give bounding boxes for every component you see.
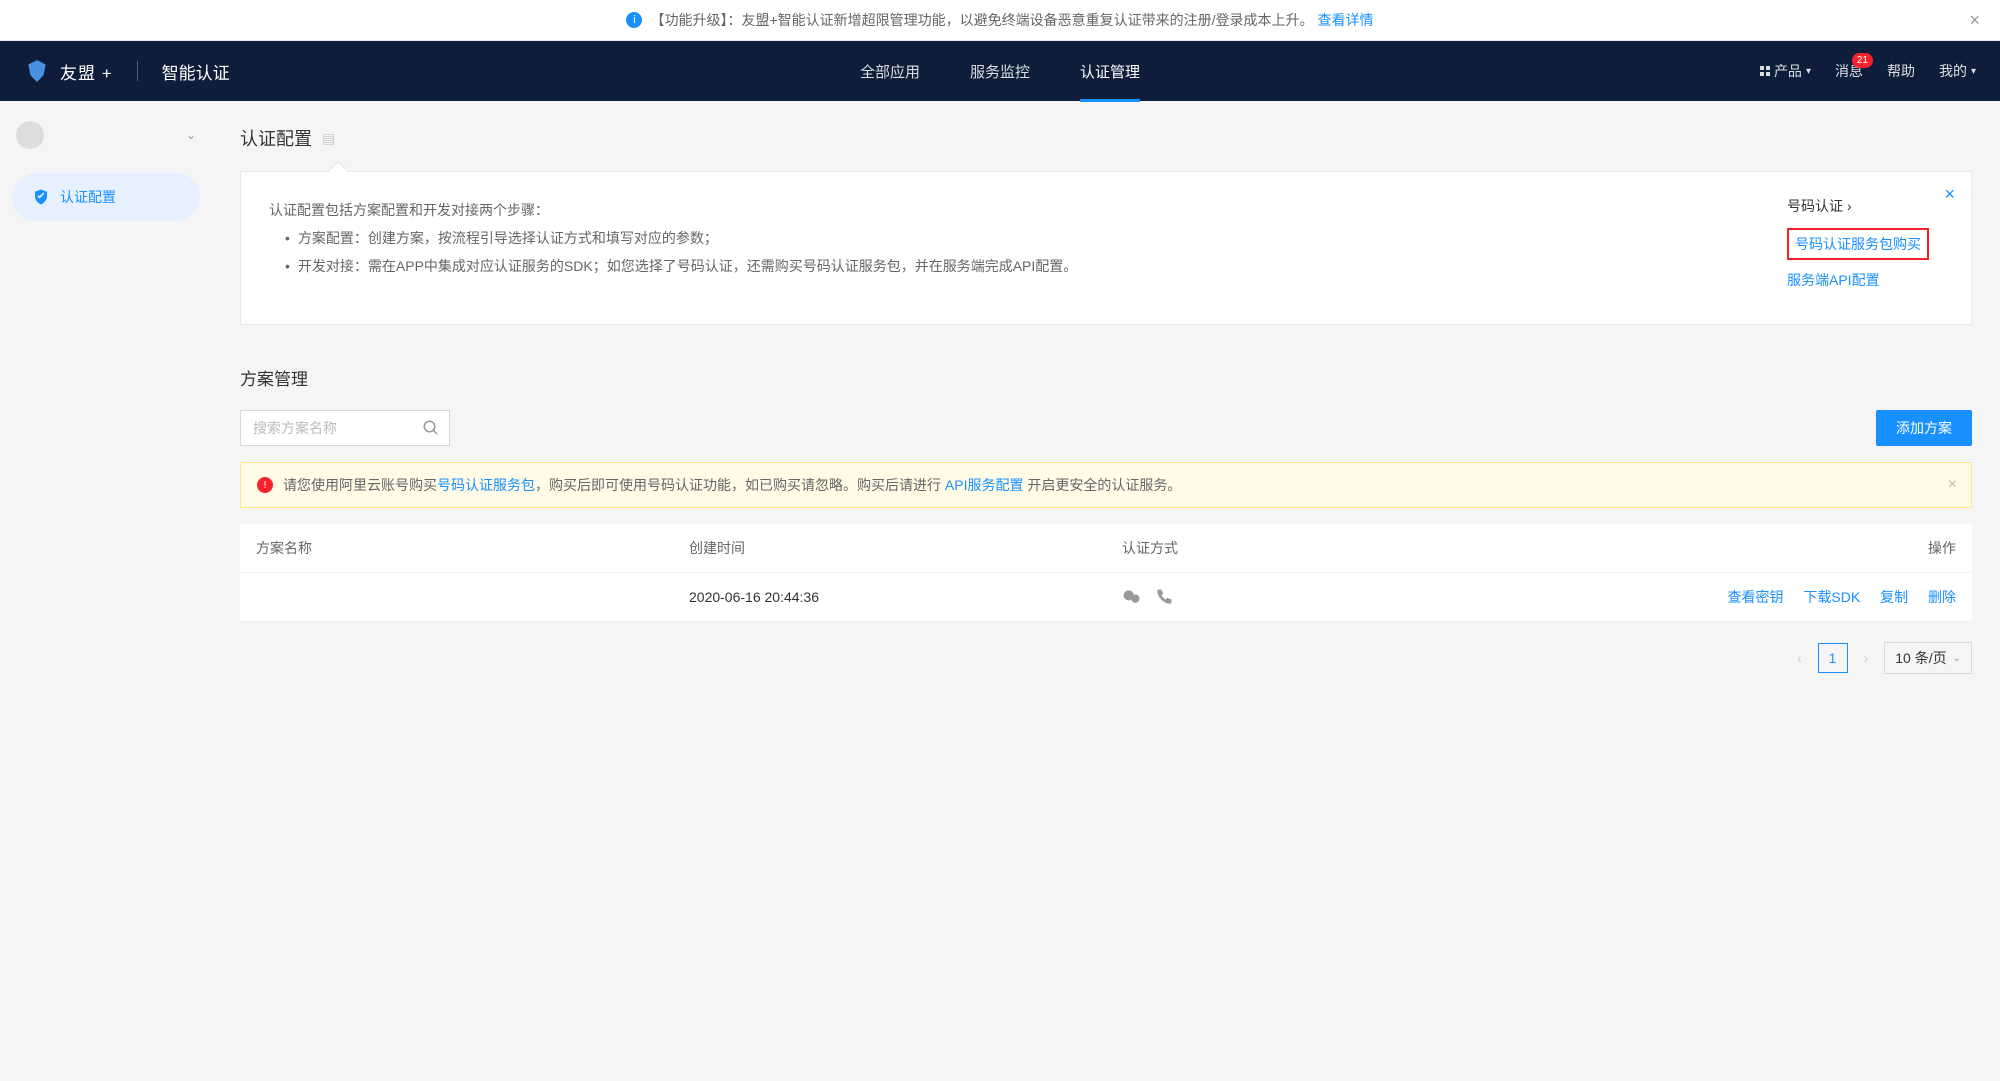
page-title: 认证配置	[240, 125, 312, 151]
info-step-dev: 开发对接：需在APP中集成对应认证服务的SDK；如您选择了号码认证，还需购买号码…	[285, 252, 1763, 280]
info-left: 认证配置包括方案配置和开发对接两个步骤： 方案配置：创建方案，按流程引导选择认证…	[269, 196, 1763, 300]
alert-close-icon[interactable]: ×	[1948, 476, 1957, 494]
search-box	[240, 410, 450, 446]
link-api-config[interactable]: 服务端API配置	[1787, 270, 1943, 290]
chevron-down-icon: ⌄	[186, 128, 196, 142]
chevron-right-icon: ›	[1847, 198, 1852, 214]
cell-auth	[1106, 573, 1539, 622]
page-header: 认证配置 ▤	[240, 125, 1972, 151]
action-copy[interactable]: 复制	[1880, 589, 1908, 605]
info-icon: i	[626, 12, 642, 28]
chevron-down-icon: ▾	[1806, 66, 1811, 77]
guide-icon[interactable]: ▤	[322, 130, 335, 147]
notch-icon	[328, 161, 348, 181]
info-box: 认证配置包括方案配置和开发对接两个步骤： 方案配置：创建方案，按流程引导选择认证…	[240, 171, 1972, 325]
info-step-plan: 方案配置：创建方案，按流程引导选择认证方式和填写对应的参数；	[285, 224, 1763, 252]
action-delete[interactable]: 删除	[1928, 589, 1956, 605]
th-auth: 认证方式	[1106, 524, 1539, 573]
info-right: 号码认证 › 号码认证服务包购买 服务端API配置	[1763, 196, 1943, 300]
link-purchase-package[interactable]: 号码认证服务包购买	[1787, 228, 1929, 260]
th-created: 创建时间	[673, 524, 1106, 573]
announcement-close-icon[interactable]: ×	[1969, 10, 1980, 31]
toolbar: 添加方案	[240, 410, 1972, 446]
sidebar: ⌄ 认证配置	[0, 101, 212, 1081]
phone-icon	[1154, 587, 1174, 607]
top-nav: 友盟 + 智能认证 全部应用 服务监控 认证管理 产品 ▾ 消息 21 帮助 我…	[0, 41, 2000, 101]
wechat-icon	[1122, 587, 1142, 607]
logo-divider	[137, 61, 138, 81]
info-right-title[interactable]: 号码认证 ›	[1787, 196, 1943, 216]
search-icon[interactable]	[422, 419, 440, 437]
menu-mine[interactable]: 我的 ▾	[1939, 61, 1976, 81]
table-header-row: 方案名称 创建时间 认证方式 操作	[240, 524, 1972, 573]
info-intro: 认证配置包括方案配置和开发对接两个步骤：	[269, 196, 1763, 224]
content-area: ⌄ 认证配置 认证配置 ▤ 认证配置包括方案配置和开发对接两个步骤： 方案配置：…	[0, 101, 2000, 1081]
alert-link-api[interactable]: API服务配置	[945, 477, 1024, 493]
sidebar-app-selector[interactable]: ⌄	[0, 101, 212, 169]
th-action: 操作	[1539, 524, 1972, 573]
grid-icon	[1760, 66, 1770, 76]
shield-icon	[32, 188, 50, 206]
plans-table: 方案名称 创建时间 认证方式 操作 2020-06-16 20:44:36	[240, 524, 1972, 622]
page-size-selector[interactable]: 10 条/页 ⌄	[1884, 642, 1972, 674]
alert-box: ! 请您使用阿里云账号购买号码认证服务包，购买后即可使用号码认证功能，如已购买请…	[240, 462, 1972, 508]
message-badge: 21	[1852, 53, 1873, 68]
page-next-icon[interactable]: ›	[1860, 646, 1873, 670]
alert-icon: !	[257, 477, 273, 493]
announcement-link[interactable]: 查看详情	[1318, 10, 1374, 30]
announcement-bar: i 【功能升级】：友盟+智能认证新增超限管理功能，以避免终端设备恶意重复认证带来…	[0, 0, 2000, 41]
info-close-icon[interactable]: ×	[1944, 184, 1955, 205]
search-input[interactable]	[240, 410, 450, 446]
page-prev-icon[interactable]: ‹	[1793, 646, 1806, 670]
action-view-key[interactable]: 查看密钥	[1728, 589, 1784, 605]
pagination: ‹ 1 › 10 条/页 ⌄	[240, 622, 1972, 694]
brand-text: 友盟 +	[60, 59, 113, 84]
tab-all-apps[interactable]: 全部应用	[860, 41, 920, 102]
chevron-down-icon: ⌄	[1953, 653, 1961, 664]
cell-name	[240, 573, 673, 622]
main-content: 认证配置 ▤ 认证配置包括方案配置和开发对接两个步骤： 方案配置：创建方案，按流…	[212, 101, 2000, 1081]
logo-icon	[24, 58, 50, 84]
cell-actions: 查看密钥 下载SDK 复制 删除	[1539, 573, 1972, 622]
right-menu: 产品 ▾ 消息 21 帮助 我的 ▾	[1760, 61, 1976, 81]
alert-text: 请您使用阿里云账号购买号码认证服务包，购买后即可使用号码认证功能，如已购买请忽略…	[283, 475, 1181, 495]
section-title: 方案管理	[240, 365, 1972, 390]
chevron-down-icon: ▾	[1971, 66, 1976, 77]
announcement-text: 【功能升级】：友盟+智能认证新增超限管理功能，以避免终端设备恶意重复认证带来的注…	[650, 10, 1313, 30]
main-tabs: 全部应用 服务监控 认证管理	[860, 41, 1140, 102]
sidebar-item-label: 认证配置	[60, 187, 116, 207]
menu-message[interactable]: 消息 21	[1835, 61, 1863, 81]
tab-service-monitor[interactable]: 服务监控	[970, 41, 1030, 102]
page-number[interactable]: 1	[1818, 643, 1848, 673]
table-row: 2020-06-16 20:44:36 查看密钥 下载SDK 复制 删除	[240, 573, 1972, 622]
sidebar-item-auth-config[interactable]: 认证配置	[12, 173, 200, 221]
th-name: 方案名称	[240, 524, 673, 573]
tab-auth-management[interactable]: 认证管理	[1080, 41, 1140, 102]
apple-icon	[16, 121, 44, 149]
alert-link-package[interactable]: 号码认证服务包	[437, 477, 535, 493]
action-download-sdk[interactable]: 下载SDK	[1803, 589, 1860, 605]
brand-subtitle: 智能认证	[162, 59, 230, 84]
menu-product[interactable]: 产品 ▾	[1760, 61, 1811, 81]
menu-help[interactable]: 帮助	[1887, 61, 1915, 81]
add-plan-button[interactable]: 添加方案	[1876, 410, 1972, 446]
logo-area[interactable]: 友盟 + 智能认证	[24, 58, 230, 84]
cell-created: 2020-06-16 20:44:36	[673, 573, 1106, 622]
